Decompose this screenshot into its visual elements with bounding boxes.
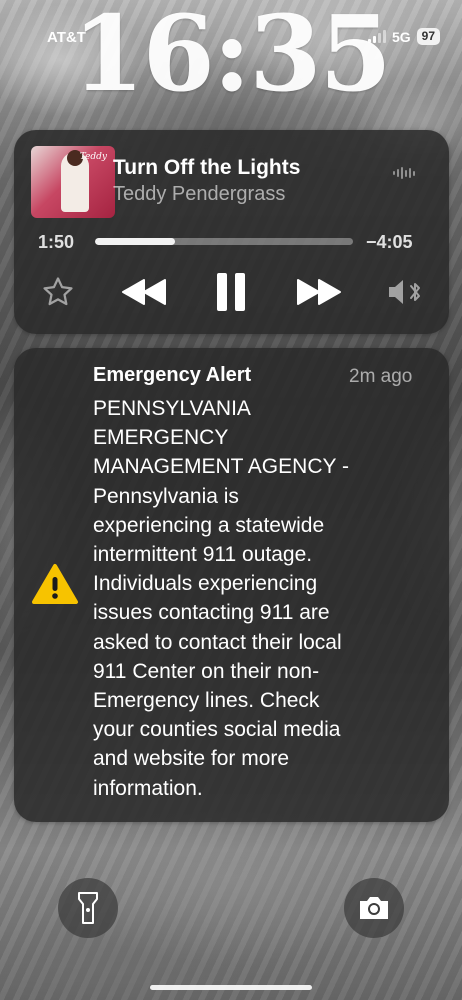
fast-forward-icon xyxy=(297,279,341,305)
album-art[interactable]: Teddy xyxy=(31,146,115,218)
rewind-button[interactable] xyxy=(119,274,169,310)
playback-scrubber[interactable] xyxy=(95,238,353,245)
camera-button[interactable] xyxy=(344,878,404,938)
notification-timestamp: 2m ago xyxy=(349,366,413,387)
playback-progress-fill xyxy=(95,238,175,245)
fast-forward-button[interactable] xyxy=(294,274,344,310)
album-art-signature: Teddy xyxy=(79,152,107,162)
track-title: Turn Off the Lights xyxy=(113,156,301,179)
home-indicator[interactable] xyxy=(150,985,312,990)
star-icon xyxy=(43,277,73,306)
lock-screen-clock: 16:35 xyxy=(72,0,392,115)
pause-button[interactable] xyxy=(211,270,251,314)
warning-icon xyxy=(31,563,79,605)
remaining-time: −4:05 xyxy=(366,232,413,252)
flashlight-button[interactable] xyxy=(58,878,118,938)
notification-body: PENNSYLVANIA EMERGENCY MANAGEMENT AGENCY… xyxy=(93,397,349,800)
camera-icon xyxy=(360,897,388,919)
rewind-icon xyxy=(122,279,166,305)
notification-title: Emergency Alert xyxy=(93,364,252,386)
elapsed-time: 1:50 xyxy=(38,232,75,252)
favorite-button[interactable] xyxy=(40,274,76,310)
speaker-bluetooth-icon xyxy=(389,280,420,304)
track-artist: Teddy Pendergrass xyxy=(113,183,286,205)
pause-icon xyxy=(217,273,245,311)
audio-output-button[interactable] xyxy=(385,274,427,310)
audio-waveform-icon xyxy=(393,167,415,179)
flashlight-icon xyxy=(78,892,98,924)
